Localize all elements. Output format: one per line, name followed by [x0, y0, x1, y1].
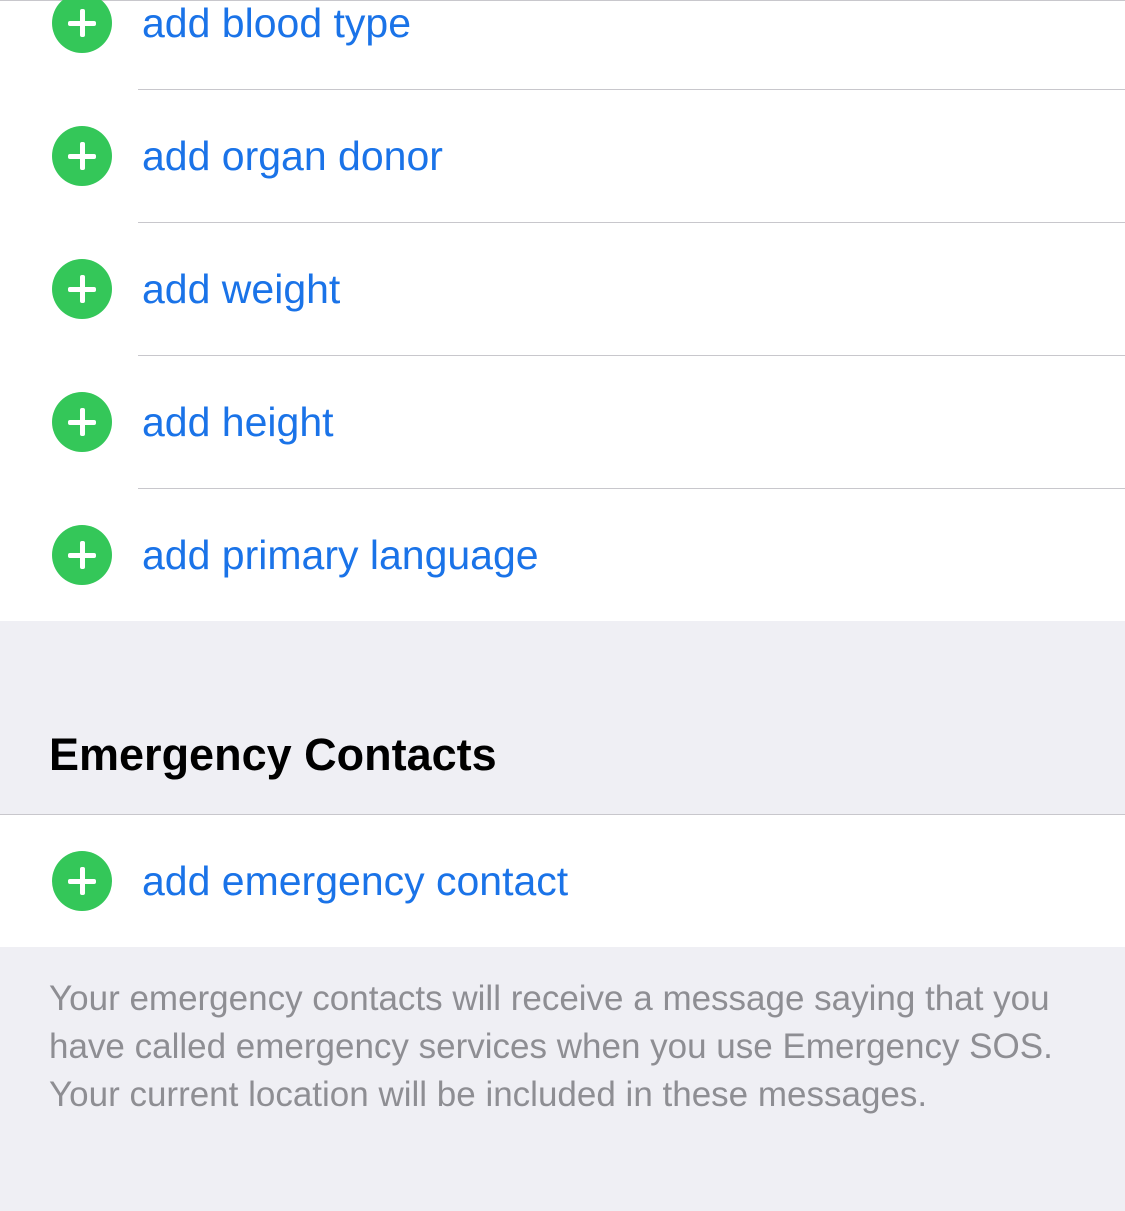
add-primary-language-row[interactable]: add primary language — [0, 489, 1125, 622]
add-height-row[interactable]: add height — [0, 356, 1125, 489]
add-organ-donor-label: add organ donor — [142, 133, 443, 179]
emergency-contacts-footer-note: Your emergency contacts will receive a m… — [49, 979, 1053, 1114]
plus-circle-icon — [52, 851, 112, 911]
add-weight-label: add weight — [142, 266, 341, 312]
add-emergency-contact-label: add emergency contact — [142, 858, 569, 904]
add-emergency-contact-row[interactable]: add emergency contact — [0, 815, 1125, 948]
add-blood-type-label: add blood type — [142, 0, 412, 46]
add-weight-row[interactable]: add weight — [0, 223, 1125, 356]
plus-circle-icon — [52, 525, 112, 585]
medical-info-group: add blood type add organ donor add weigh… — [0, 0, 1125, 621]
emergency-contacts-group: add emergency contact — [0, 814, 1125, 947]
plus-circle-icon — [52, 259, 112, 319]
emergency-contacts-header: Emergency Contacts — [49, 729, 497, 780]
add-height-label: add height — [142, 399, 334, 445]
add-organ-donor-row[interactable]: add organ donor — [0, 90, 1125, 223]
add-primary-language-label: add primary language — [142, 532, 539, 578]
plus-circle-icon — [52, 126, 112, 186]
plus-circle-icon — [52, 392, 112, 452]
add-blood-type-row[interactable]: add blood type — [0, 0, 1125, 90]
plus-circle-icon — [52, 0, 112, 53]
